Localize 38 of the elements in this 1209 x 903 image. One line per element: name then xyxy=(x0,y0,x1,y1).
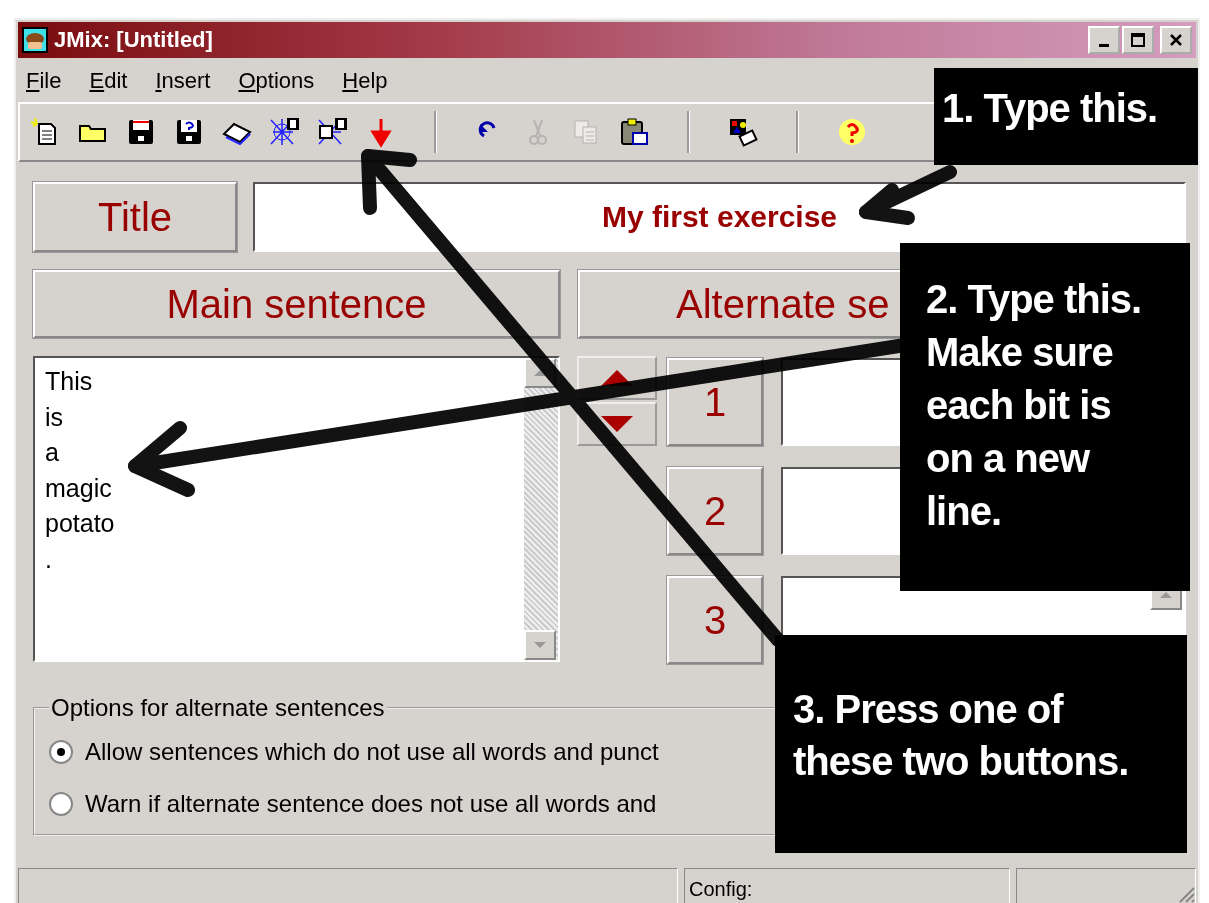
up-triangle-icon xyxy=(533,369,547,377)
radio-label: Warn if alternate sentence does not use all words and xyxy=(85,790,657,818)
scroll-down-button[interactable] xyxy=(524,630,556,660)
sentence-line: potato xyxy=(45,508,116,539)
sentence-line: magic xyxy=(45,472,113,504)
menu-item[interactable]: File xyxy=(26,68,62,94)
down-triangle-icon xyxy=(533,641,547,649)
radio-button[interactable] xyxy=(49,740,73,764)
radio-label: Allow sentences which do not use all words and punct xyxy=(85,738,659,766)
main-sentence-header: Main sentence xyxy=(33,270,560,338)
main-sentence-field[interactable]: This is a magic potato . xyxy=(33,356,560,662)
sentence-line: . xyxy=(45,543,53,575)
scrollbar[interactable] xyxy=(524,358,558,660)
options-legend: Options for alternate sentences xyxy=(49,694,387,722)
sentence-line: This xyxy=(45,366,94,397)
minimize-icon xyxy=(1099,43,1109,47)
menu-item[interactable]: Insert xyxy=(155,68,211,94)
menu-item[interactable]: Edit xyxy=(89,68,128,94)
minimize-button[interactable] xyxy=(1088,26,1120,54)
alternate-number-button[interactable]: 2 xyxy=(667,467,763,555)
menu-item[interactable]: Help xyxy=(342,68,388,94)
annotation-tooltip: 1. Type this. xyxy=(934,68,1198,165)
close-icon xyxy=(1168,32,1184,48)
radio-button[interactable] xyxy=(49,792,73,816)
maximize-button[interactable] xyxy=(1122,26,1154,54)
up-triangle-icon xyxy=(1159,591,1173,599)
title-label: Title xyxy=(33,182,237,252)
close-button[interactable] xyxy=(1160,26,1192,54)
alternate-number-button[interactable]: 3 xyxy=(667,576,763,664)
menu-item[interactable]: Options xyxy=(238,68,315,94)
status-panel: Config: xyxy=(684,868,1010,903)
annotation-tooltip: 2. Type this. Make sure each bit is on a new line. xyxy=(900,243,1190,591)
maximize-icon xyxy=(1130,32,1146,48)
sentence-line: is xyxy=(45,401,65,433)
title-field[interactable]: My first exercise xyxy=(253,182,1186,252)
annotation-tooltip: 3. Press one of these two buttons. xyxy=(775,635,1187,853)
window-title: JMix: [Untitled] xyxy=(54,27,214,53)
sentence-line: a xyxy=(45,437,60,468)
